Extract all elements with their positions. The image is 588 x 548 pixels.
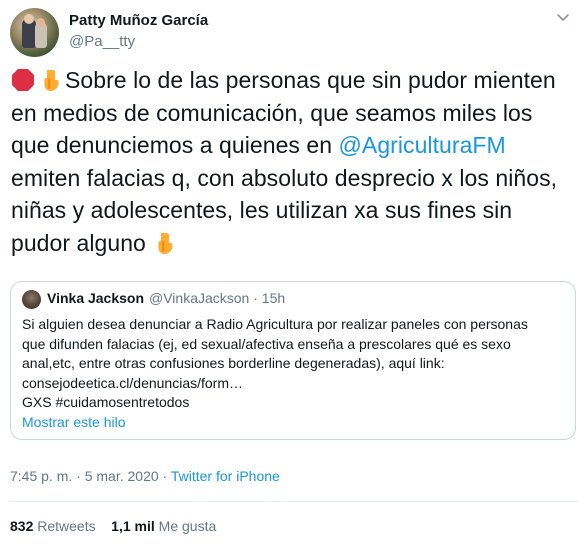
quoted-line: GXS #cuidamosentretodos (22, 394, 190, 410)
tweet-source-link[interactable]: Twitter for iPhone (171, 468, 280, 484)
likes-label: Me gusta (158, 518, 217, 534)
quoted-author-handle: @VinkaJackson (149, 290, 250, 306)
avatar[interactable] (10, 8, 59, 57)
quoted-line: Si alguien desea denunciar a Radio Agric… (22, 316, 528, 332)
quoted-line: que difunden falacias (ej, ed sexual/afe… (22, 335, 511, 352)
likes-stat[interactable]: 1,1 mil Me gusta (111, 518, 216, 534)
pointing-down-icon (152, 231, 176, 255)
show-thread-link[interactable]: Mostrar este hilo (22, 414, 125, 430)
tweet-timestamp: 7:45 p. m. · 5 mar. 2020 · Twitter for i… (10, 468, 280, 484)
quoted-author-name: Vinka Jackson (47, 290, 145, 306)
mention-link[interactable]: @AgriculturaFM (339, 132, 506, 158)
author-name[interactable]: Patty Muñoz García (69, 12, 208, 29)
tweet-date[interactable]: 5 mar. 2020 (85, 468, 159, 484)
stop-sign-icon (11, 68, 35, 92)
tweet-header: Patty Muñoz García @Pa__tty (10, 8, 578, 58)
chevron-down-icon[interactable] (554, 8, 572, 26)
retweets-stat[interactable]: 832 Retweets (10, 518, 96, 534)
tweet-text: Sobre lo de las personas que sin pudor m… (11, 64, 577, 259)
pointing-down-icon (38, 68, 62, 92)
quoted-text: Si alguien desea denunciar a Radio Agric… (22, 315, 567, 413)
retweets-label: Retweets (37, 518, 96, 534)
quoted-tweet[interactable]: Vinka Jackson @VinkaJackson · 15h Si alg… (10, 281, 576, 440)
tweet-text-part2: emiten falacias q, con absoluto despreci… (11, 164, 558, 256)
retweets-count: 832 (10, 518, 34, 534)
tweet-stats: 832 Retweets 1,1 mil Me gusta (10, 518, 216, 534)
quoted-time: 15h (261, 290, 286, 306)
quoted-line: anal,etc, entre otras confusiones border… (22, 355, 445, 371)
quoted-line: consejodeetica.cl/denuncias/form… (22, 374, 244, 391)
quoted-meta: @VinkaJackson · 15h (149, 290, 286, 306)
likes-count: 1,1 mil (111, 518, 155, 534)
author-handle[interactable]: @Pa__tty (69, 33, 135, 50)
divider (10, 501, 578, 502)
quoted-avatar[interactable] (22, 290, 41, 309)
tweet-time[interactable]: 7:45 p. m. (10, 468, 72, 484)
